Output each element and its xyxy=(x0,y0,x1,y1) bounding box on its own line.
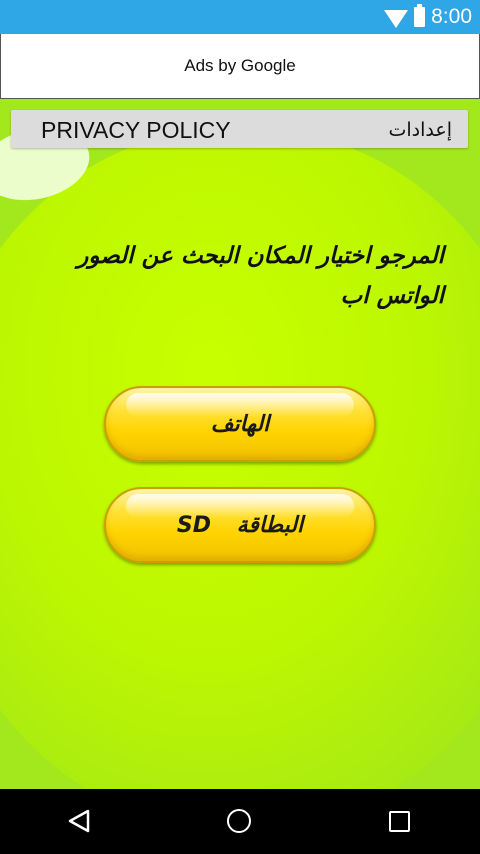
phone-storage-button[interactable]: الهاتف xyxy=(104,386,376,462)
status-icons: 8:00 xyxy=(384,0,472,34)
app-area: PRIVACY POLICY إعدادات المرجو اختيار الم… xyxy=(0,99,480,789)
sd-card-button[interactable]: البطاقة SD xyxy=(104,487,376,563)
status-time: 8:00 xyxy=(431,5,472,28)
home-circle-icon[interactable] xyxy=(227,809,251,833)
wifi-icon xyxy=(384,10,409,28)
recent-apps-square-icon[interactable] xyxy=(389,811,410,832)
navigation-bar xyxy=(0,789,480,854)
sd-card-label: البطاقة SD xyxy=(176,512,304,538)
privacy-policy-button[interactable]: PRIVACY POLICY xyxy=(41,110,231,148)
settings-button[interactable]: إعدادات xyxy=(389,110,453,148)
battery-icon xyxy=(414,4,426,27)
status-bar: 8:00 xyxy=(0,0,480,34)
menu-bar: PRIVACY POLICY إعدادات xyxy=(11,110,468,148)
back-triangle-icon[interactable] xyxy=(66,808,92,834)
ad-banner[interactable]: Ads by Google xyxy=(0,34,480,99)
instruction-text: المرجو اختيار المكان البحث عن الصور الوا… xyxy=(77,243,444,309)
phone-storage-label: الهاتف xyxy=(210,411,270,437)
ad-banner-label: Ads by Google xyxy=(184,56,296,75)
